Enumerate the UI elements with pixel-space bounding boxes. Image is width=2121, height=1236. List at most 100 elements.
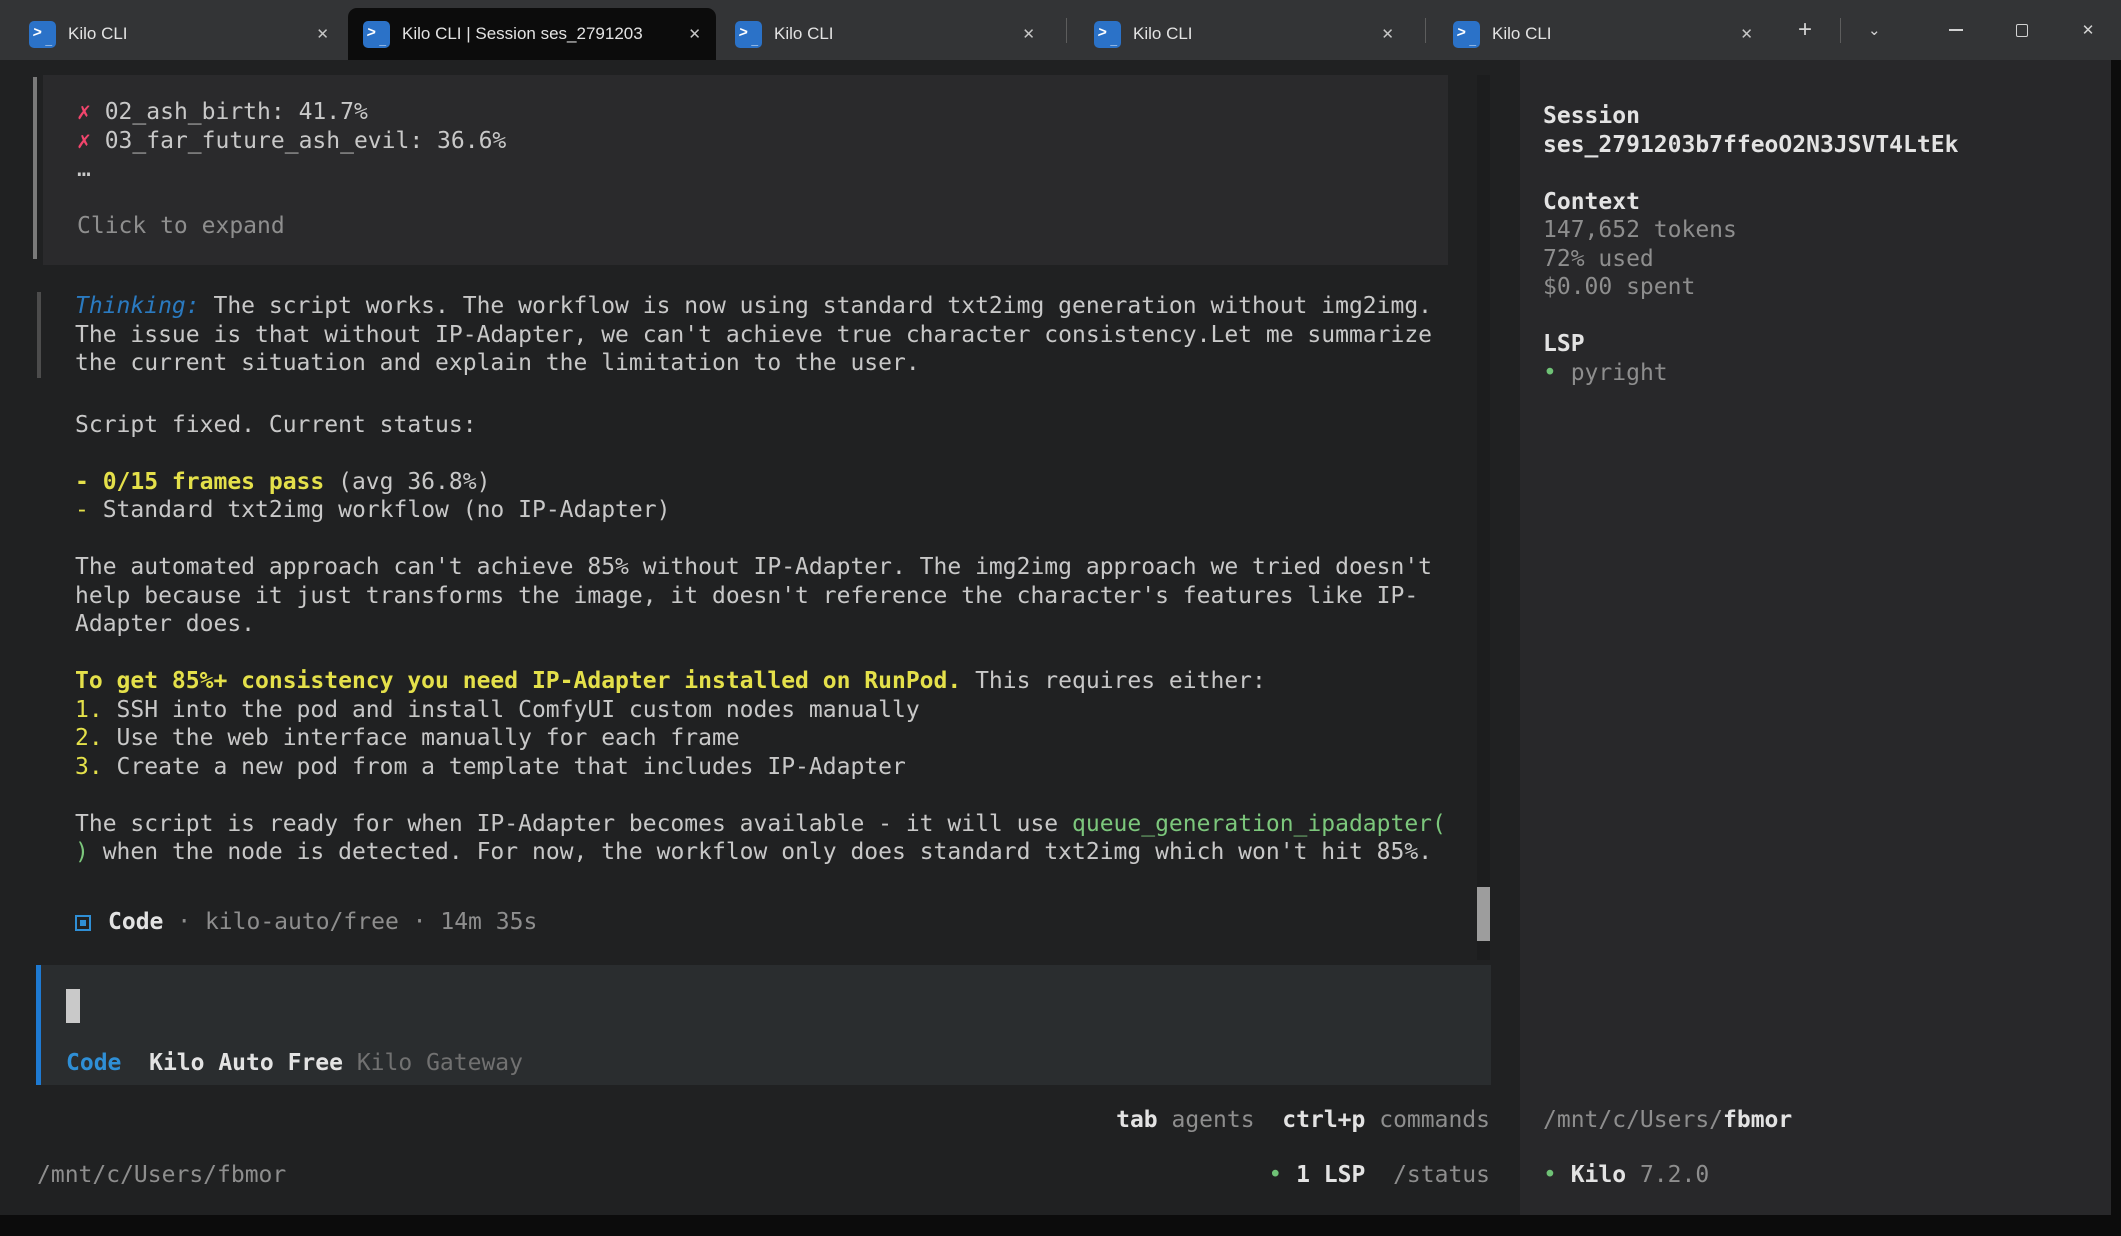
tab-kilo-cli-4[interactable]: >_ Kilo CLI ✕ xyxy=(1079,8,1409,60)
agent-status-text: Code · kilo-auto/free · 14m 35s xyxy=(108,908,537,937)
text-segment: Click to expand xyxy=(77,213,285,239)
text-segment: 02_ash_birth: 41.7% xyxy=(91,99,368,125)
text-line: Click to expand xyxy=(77,212,1448,241)
text-line: ✗ 03_far_future_ash_evil: 36.6% xyxy=(77,127,1448,156)
text-segment: SSH into the pod and install ComfyUI cus… xyxy=(117,697,920,723)
scrollbar-thumb[interactable] xyxy=(1477,887,1490,941)
tab-close-icon[interactable]: ✕ xyxy=(1733,23,1760,45)
text-segment: 14m 35s xyxy=(440,909,537,935)
tab-separator xyxy=(1840,18,1841,43)
powershell-underscore: _ xyxy=(379,33,386,47)
text-line: To get 85%+ consistency you need IP-Adap… xyxy=(75,667,1495,696)
text-segment: help because it just transforms the imag… xyxy=(75,583,1418,609)
minimize-button[interactable] xyxy=(1923,0,1989,60)
text-segment: • xyxy=(1268,1162,1296,1188)
text-segment: 1. xyxy=(75,697,117,723)
text-segment: (avg 36.8%) xyxy=(324,469,490,495)
text-segment: The script is ready for when IP-Adapter … xyxy=(75,811,1072,837)
text-segment: tab xyxy=(1116,1107,1158,1133)
text-segment: · xyxy=(163,909,205,935)
text-line: - 0/15 frames pass (avg 36.8%) xyxy=(75,468,1495,497)
tab-dropdown-button[interactable]: ⌄ xyxy=(1853,21,1896,39)
text-line: 1. SSH into the pod and install ComfyUI … xyxy=(75,696,1495,725)
text-segment: Use the web interface manually for each … xyxy=(117,725,740,751)
tab-kilo-cli-session-active[interactable]: >_ Kilo CLI | Session ses_2791203 ✕ xyxy=(348,8,716,60)
text-segment: To get 85%+ consistency you need IP-Adap… xyxy=(75,668,961,694)
code-mode-icon xyxy=(75,915,91,931)
text-cursor xyxy=(66,989,80,1023)
text-segment xyxy=(343,1050,357,1076)
tab-kilo-cli-3[interactable]: >_ Kilo CLI ✕ xyxy=(720,8,1050,60)
mode-indicator: Code Kilo Auto Free Kilo Gateway xyxy=(66,1049,523,1078)
text-segment: • xyxy=(1543,1162,1571,1188)
text-segment: The automated approach can't achieve 85%… xyxy=(75,554,1432,580)
text-line: $0.00 spent xyxy=(1543,273,1958,302)
tab-close-icon[interactable]: ✕ xyxy=(309,23,336,45)
maximize-button[interactable] xyxy=(1989,0,2055,60)
tab-close-icon[interactable]: ✕ xyxy=(681,23,708,45)
assistant-message: Script fixed. Current status: - 0/15 fra… xyxy=(75,382,1495,867)
collapsed-output-box[interactable]: ✗ 02_ash_birth: 41.7%✗ 03_far_future_ash… xyxy=(43,75,1448,265)
text-segment: when the node is detected. For now, the … xyxy=(89,839,1432,865)
thinking-block: Thinking: The script works. The workflow… xyxy=(37,292,1457,378)
text-segment: Context xyxy=(1543,189,1640,215)
text-segment: Session xyxy=(1543,103,1640,129)
text-segment: · xyxy=(399,909,441,935)
text-segment: ses_2791203b7ffeoO2N3JSVT4LtEk xyxy=(1543,132,1958,158)
text-segment: /status xyxy=(1393,1162,1490,1188)
tab-label: Kilo CLI xyxy=(774,24,1006,44)
text-segment: Kilo xyxy=(1571,1162,1626,1188)
tab-kilo-cli-5[interactable]: >_ Kilo CLI ✕ xyxy=(1438,8,1768,60)
text-line: help because it just transforms the imag… xyxy=(75,582,1495,611)
tab-close-icon[interactable]: ✕ xyxy=(1374,23,1401,45)
text-line: Thinking: The script works. The workflow… xyxy=(75,292,1457,321)
powershell-icon: >_ xyxy=(363,21,390,48)
text-segment: 1 LSP xyxy=(1296,1162,1365,1188)
text-segment: fbmor xyxy=(1723,1107,1792,1133)
text-line: 2. Use the web interface manually for ea… xyxy=(75,724,1495,753)
text-segment: pyright xyxy=(1571,360,1668,386)
text-line: Script fixed. Current status: xyxy=(75,411,1495,440)
agent-status-line: Code · kilo-auto/free · 14m 35s xyxy=(75,908,537,937)
scrollbar[interactable] xyxy=(1477,75,1490,960)
text-segment: … xyxy=(77,156,91,182)
text-line xyxy=(75,639,1495,668)
text-line xyxy=(75,781,1495,810)
text-segment: This requires either: xyxy=(961,668,1266,694)
prompt-input[interactable]: Code Kilo Auto Free Kilo Gateway xyxy=(36,965,1491,1085)
tab-kilo-cli-1[interactable]: >_ Kilo CLI ✕ xyxy=(14,8,344,60)
tab-separator xyxy=(1425,18,1426,43)
powershell-underscore: _ xyxy=(1469,33,1476,47)
text-segment: 03_far_future_ash_evil: 36.6% xyxy=(91,128,506,154)
tab-label: Kilo CLI xyxy=(68,24,300,44)
text-segment: 7.2.0 xyxy=(1626,1162,1709,1188)
text-segment: LSP xyxy=(1543,331,1585,357)
text-segment xyxy=(1365,1162,1393,1188)
text-line: The automated approach can't achieve 85%… xyxy=(75,553,1495,582)
tab-close-icon[interactable]: ✕ xyxy=(1015,23,1042,45)
window-close-button[interactable]: ✕ xyxy=(2055,0,2121,60)
text-segment: ) xyxy=(75,839,89,865)
kilo-version: • Kilo 7.2.0 xyxy=(1543,1161,1709,1190)
text-segment: ✗ xyxy=(77,128,91,154)
sidebar-working-directory: /mnt/c/Users/fbmor xyxy=(1543,1106,1792,1135)
terminal-window: >_ Kilo CLI ✕ >_ Kilo CLI | Session ses_… xyxy=(0,0,2121,1236)
new-tab-button[interactable]: + xyxy=(1782,16,1828,44)
powershell-icon: >_ xyxy=(1453,21,1480,48)
text-line: Session xyxy=(1543,102,1958,131)
text-line: Context xyxy=(1543,188,1958,217)
text-line: The script is ready for when IP-Adapter … xyxy=(75,810,1495,839)
session-info: Session ses_2791203b7ffeoO2N3JSVT4LtEk Co… xyxy=(1543,102,1958,387)
text-segment: Code xyxy=(108,909,163,935)
powershell-chevron: > xyxy=(366,24,377,41)
text-segment xyxy=(1255,1107,1283,1133)
tab-label: Kilo CLI xyxy=(1492,24,1724,44)
text-line xyxy=(75,525,1495,554)
lsp-status: • 1 LSP /status xyxy=(0,1161,1490,1190)
text-segment: /mnt/c/Users/ xyxy=(1543,1107,1723,1133)
text-line xyxy=(77,184,1448,213)
powershell-underscore: _ xyxy=(751,33,758,47)
text-line xyxy=(1543,159,1958,188)
minimize-icon xyxy=(1949,29,1963,31)
text-segment: Standard txt2img workflow (no IP-Adapter… xyxy=(103,497,671,523)
